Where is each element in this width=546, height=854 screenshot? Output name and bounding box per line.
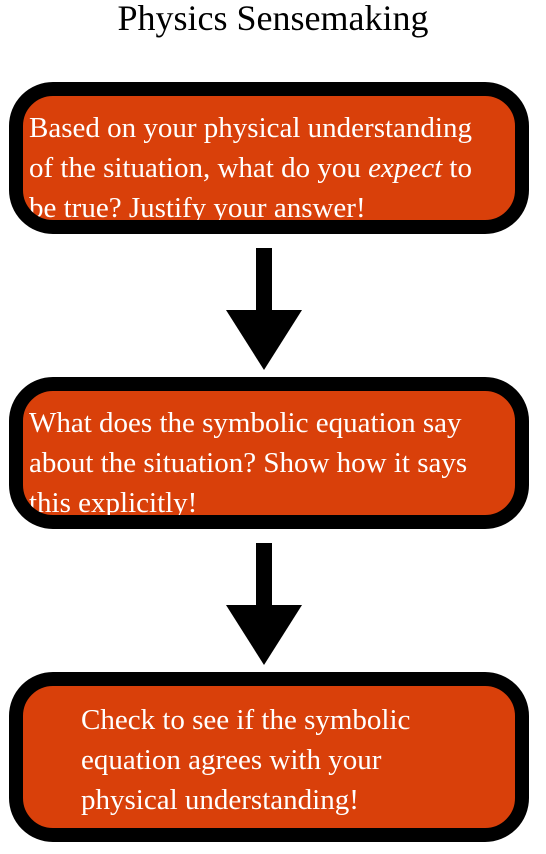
arrow-shaft (256, 543, 272, 605)
step-line: physical understanding! (81, 784, 359, 816)
step-text: Check to see if the symbolic equation ag… (81, 700, 511, 820)
emphasis-word: expect (368, 152, 443, 184)
step-line: equation agrees with your (81, 744, 382, 776)
step-box-symbolic-equation: What does the symbolic equation say abou… (9, 377, 529, 529)
step-line: What does the symbolic equation say (29, 407, 462, 439)
step-box-expectation: Based on your physical understanding of … (9, 82, 529, 234)
arrow-down-icon (226, 543, 302, 665)
step-line: this explicitly! (29, 487, 198, 519)
step-line: Based on your physical understanding (29, 112, 472, 144)
step-text: Based on your physical understanding of … (29, 108, 511, 224)
step-line-segment: to (442, 152, 472, 184)
step-line: be true? Justify your answer! (29, 192, 366, 224)
step-line: Check to see if the symbolic (81, 704, 411, 736)
step-box-check-agreement: Check to see if the symbolic equation ag… (9, 672, 529, 842)
step-line-segment: of the situation, what do you (29, 152, 369, 184)
arrow-head (226, 605, 302, 665)
step-line: of the situation, what do you expect to (29, 148, 511, 188)
diagram-title: Physics Sensemaking (117, 0, 429, 38)
step-line: about the situation? Show how it says (29, 447, 468, 479)
arrow-head (226, 310, 302, 370)
step-text: What does the symbolic equation say abou… (29, 403, 511, 519)
arrow-down-icon (226, 248, 302, 370)
arrow-shaft (256, 248, 272, 310)
